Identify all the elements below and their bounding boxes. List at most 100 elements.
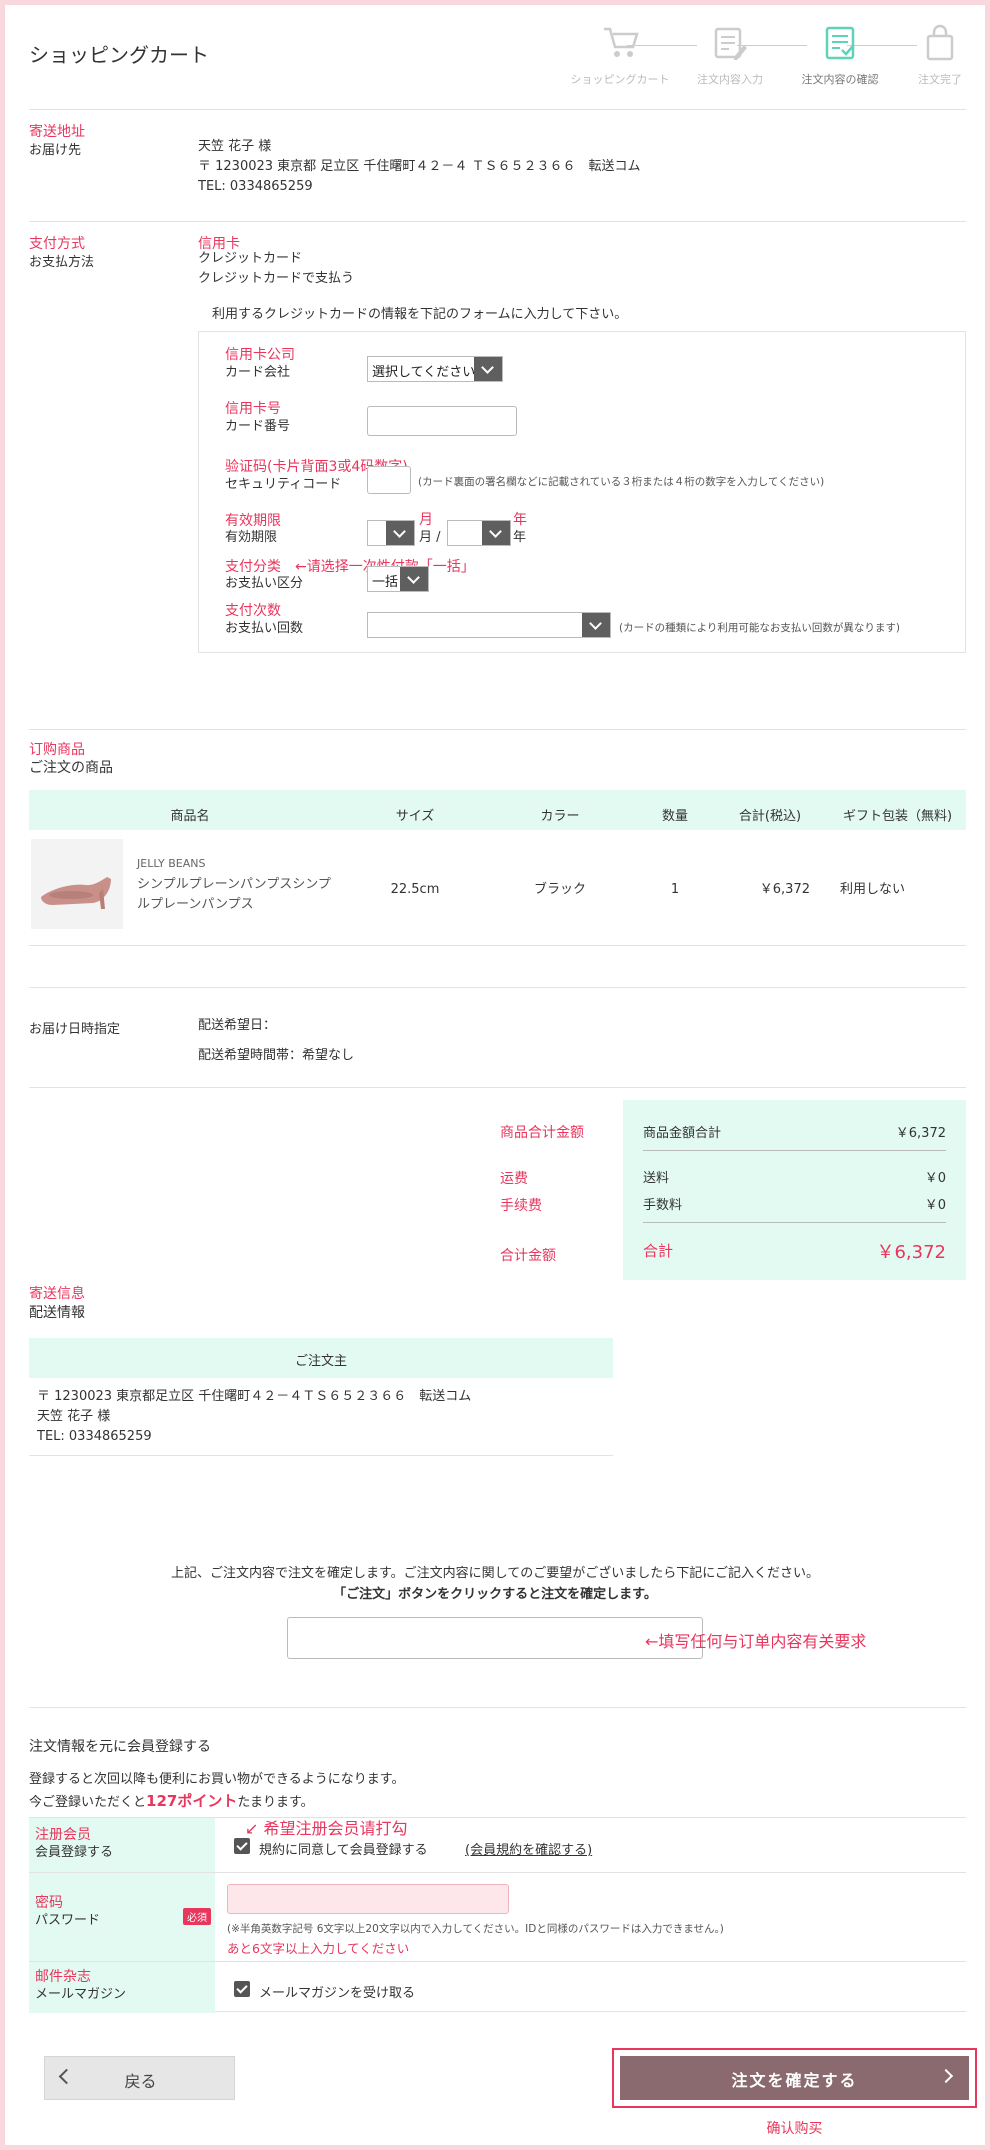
col-size: サイズ [395, 809, 435, 824]
checkout-page: ショッピングカート ショッピングカート 注文内容入力 注文内容の確認 注文完了 … [5, 5, 985, 2145]
security-code-input[interactable] [367, 466, 411, 494]
shipping-fee-label: 送料 [643, 1171, 670, 1186]
confirm-order-button[interactable]: 注文を確定する [620, 2056, 969, 2100]
product-brand: JELLY BEANS [137, 857, 206, 870]
register-checkbox[interactable] [234, 1838, 250, 1854]
product-total: ￥6,372 [759, 882, 810, 897]
member-line2-pre: 今ご登録いただくと [29, 1795, 147, 1810]
delivery-date: 配送希望日： [198, 1018, 277, 1033]
shopping-bag-icon [926, 24, 954, 61]
required-badge: 必須 [183, 1908, 211, 1925]
page-title: ショッピングカート [29, 43, 209, 67]
expiry-label: 有効期限 [225, 530, 278, 545]
col-product: 商品名 [170, 809, 210, 824]
expiry-year-select[interactable] [447, 520, 511, 546]
product-qty: 1 [670, 882, 680, 897]
divider [29, 1872, 966, 1873]
member-line1: 登録すると次回以降も便利にお買い物ができるようになります。 [29, 1772, 405, 1787]
summary-divider [643, 1150, 946, 1151]
password-note: (※半角英数字記号 6文字以上20文字以内で入力してください。IDと同様のパスワ… [227, 1923, 724, 1935]
divider [29, 1087, 966, 1088]
magazine-check-label: メールマガジンを受け取る [259, 1986, 416, 2001]
password-label: パスワード [35, 1913, 101, 1928]
step-confirm: 注文内容の確認 [790, 23, 890, 87]
card-company-select[interactable]: 選択してください [367, 356, 503, 382]
divider [29, 1961, 966, 1962]
installments-select[interactable] [367, 612, 611, 638]
chevron-down-icon [482, 521, 510, 545]
comment-textarea[interactable] [287, 1617, 703, 1659]
installments-label: お支払い回数 [225, 621, 304, 636]
password-input[interactable] [227, 1884, 509, 1914]
divider [29, 729, 966, 730]
total-label: 合計 [643, 1242, 674, 1260]
pay-type-value: 一括 [372, 575, 399, 590]
col-gift: ギフト包装（無料) [842, 809, 953, 824]
product-name[interactable]: シンプルプレーンパンプスシンプルプレーンパンプス [137, 875, 337, 915]
security-label: セキュリティコード [225, 477, 342, 492]
divider [29, 945, 966, 946]
delivery-info-address: 〒 1230023 東京都足立区 千住曙町４２－４ＴＳ６５２３６６ 転送コム [37, 1389, 472, 1404]
divider [29, 109, 966, 110]
subtotal-value: ￥6,372 [895, 1126, 946, 1141]
delivery-date-label: お届け日時指定 [29, 1022, 121, 1037]
back-button[interactable]: 戻る [44, 2056, 235, 2100]
step-cart: ショッピングカート [570, 23, 670, 87]
orderer-header: ご注文主 [294, 1354, 347, 1369]
payment-zh-label: 支付方式 [29, 236, 85, 252]
handling-fee-label: 手数料 [643, 1198, 683, 1213]
credit-card-form: 信用卡公司 カード会社 選択してください 信用卡号 カード番号 验证码(卡片背面… [198, 331, 966, 653]
order-zh: 订购商品 [29, 742, 85, 758]
handling-fee-zh: 手续费 [500, 1198, 542, 1214]
shipping-zh-label: 寄送地址 [29, 124, 85, 140]
member-form: 注册会员 会員登録する 規約に同意して会員登録する (会員規約を確認する) 密码… [29, 1817, 966, 2013]
product-color: ブラック [533, 882, 586, 897]
step-label: ショッピングカート [570, 73, 670, 86]
register-label: 会員登録する [35, 1845, 114, 1860]
comment-hint: ←填写任何与订单内容有关要求 [645, 1632, 867, 1651]
member-line2-post: たまります。 [237, 1795, 314, 1810]
expiry-month-select[interactable] [367, 520, 415, 546]
step-input: 注文内容入力 [680, 23, 780, 87]
card-number-input[interactable] [367, 406, 517, 436]
divider [29, 221, 966, 222]
shipping-label: お届け先 [29, 143, 82, 158]
order-summary: 商品金額合計 ￥6,372 送料 ￥0 手数料 ￥0 合計 ￥6,372 [623, 1100, 966, 1280]
col-color: カラー [540, 809, 580, 824]
magazine-checkbox[interactable] [234, 1981, 250, 1997]
product-gift: 利用しない [840, 882, 906, 897]
delivery-info-name: 天笠 花子 様 [37, 1409, 111, 1424]
col-total: 合計(税込) [738, 809, 802, 824]
security-note: (カード裏面の署名欄などに記載されている３桁または４桁の数字を入力してください) [418, 476, 825, 488]
confirm-label: 注文を確定する [731, 2071, 858, 2090]
payment-label: お支払方法 [29, 255, 95, 270]
confirm-line1: 上記、ご注文内容で注文を確定します。ご注文内容に関してのご要望がございましたら下… [170, 1566, 820, 1581]
summary-divider [643, 1222, 946, 1223]
delivery-info-zh: 寄送信息 [29, 1286, 85, 1302]
delivery-time: 配送希望時間帯：希望なし [198, 1048, 355, 1063]
pay-type-label: お支払い区分 [225, 576, 304, 591]
password-error: あと6文字以上入力してください [227, 1941, 410, 1956]
step-label: 注文完了 [918, 73, 962, 86]
shipping-fee-value: ￥0 [924, 1171, 946, 1186]
confirm-highlight: 注文を確定する [612, 2048, 977, 2108]
step-complete: 注文完了 [890, 23, 990, 87]
divider [29, 1455, 613, 1456]
divider [29, 1707, 966, 1708]
register-check-label: 規約に同意して会員登録する [259, 1843, 428, 1858]
pay-type-select[interactable]: 一括 [367, 566, 429, 592]
delivery-info-title: 配送情報 [29, 1305, 85, 1321]
chevron-down-icon [400, 567, 428, 591]
member-line2: 今ご登録いただくと127ポイントたまります。 [29, 1791, 314, 1813]
shipping-address: 〒 1230023 東京都 足立区 千住曙町４２－４ ＴＳ６５２３６６ 転送コム [198, 159, 641, 174]
product-size: 22.5cm [390, 882, 440, 897]
terms-link[interactable]: (会員規約を確認する) [465, 1839, 592, 1858]
payment-method-sub: クレジットカードで支払う [198, 271, 355, 286]
payment-instruction: 利用するクレジットカードの情報を下記のフォームに入力して下さい。 [212, 307, 628, 322]
checklist-icon [825, 26, 855, 60]
product-image[interactable] [31, 839, 123, 929]
installments-note: (カードの種類により利用可能なお支払い回数が異なります) [619, 622, 900, 634]
cart-icon [604, 27, 639, 57]
shipping-name: 天笠 花子 様 [198, 139, 272, 154]
confirm-line2: 「ご注文」ボタンをクリックすると注文を確定します。 [333, 1587, 657, 1602]
